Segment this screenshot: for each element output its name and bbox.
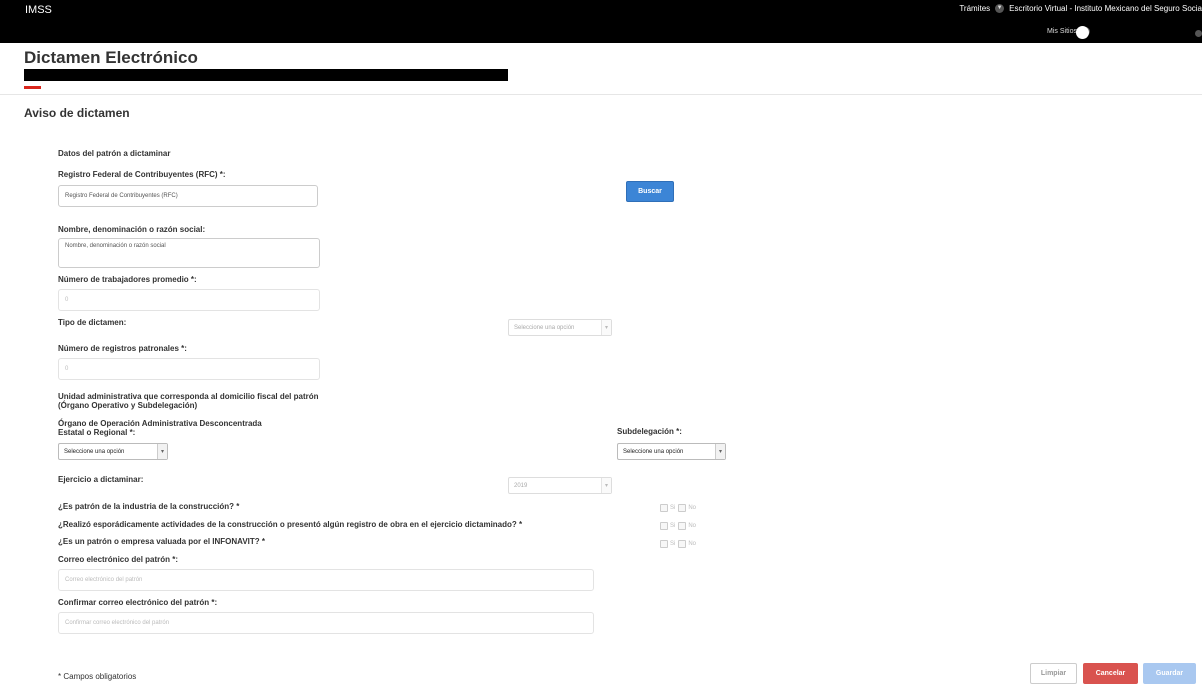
q-construccion-label: ¿Es patrón de la industria de la constru… [58,502,240,511]
subdelegacion-label: Subdelegación *: [617,427,682,436]
buscar-button[interactable]: Buscar [626,181,674,202]
page-title: Dictamen Electrónico [24,48,198,67]
top-navigation-bar: IMSS Trámites ▼ Escritorio Virtual - Ins… [0,0,1202,43]
ejercicio-select[interactable]: 2019 ▾ [508,477,612,494]
brand-label[interactable]: IMSS [25,4,52,16]
q-infonavit-no-checkbox[interactable] [678,540,687,548]
num-registros-label: Número de registros patronales *: [58,344,187,353]
chevron-down-icon: ▾ [601,320,611,335]
num-registros-input[interactable]: 0 [58,358,320,380]
limpiar-button[interactable]: Limpiar [1030,663,1077,684]
subdelegacion-value: Seleccione una opción [623,448,684,455]
q-construccion-options: Si No [660,504,699,512]
organo-line1: Órgano de Operación Administrativa Desco… [58,419,262,428]
organo-line2: Estatal o Regional *: [58,428,136,437]
organo-select[interactable]: Seleccione una opción ▾ [58,443,168,460]
q-construccion-no-checkbox[interactable] [678,504,687,512]
q-infonavit-no-label: No [688,541,697,547]
cancelar-button[interactable]: Cancelar [1083,663,1138,684]
q-esporadica-si-label: Si [670,523,676,529]
nav-tramites[interactable]: Trámites [959,4,990,13]
q-infonavit-si-label: Si [670,541,676,547]
q-esporadica-si-checkbox[interactable] [660,522,668,530]
num-trabajadores-label: Número de trabajadores promedio *: [58,275,197,284]
user-toggle[interactable] [1076,26,1089,39]
correo-input[interactable]: Correo electrónico del patrón [58,569,594,591]
menu-dot-icon[interactable] [1195,30,1202,37]
razon-social-label: Nombre, denominación o razón social: [58,225,206,234]
section-title: Aviso de dictamen [24,106,130,120]
q-construccion-no-label: No [688,505,697,511]
q-esporadica-no-label: No [688,523,697,529]
title-accent-line [24,86,41,89]
chevron-down-icon: ▾ [157,444,167,459]
organo-label: Órgano de Operación Administrativa Desco… [58,419,458,437]
q-construccion-si-checkbox[interactable] [660,504,668,512]
chevron-down-icon: ▾ [601,478,611,493]
ejercicio-label: Ejercicio a dictaminar: [58,475,144,484]
chevron-down-icon[interactable]: ▼ [995,4,1005,13]
tipo-dictamen-label: Tipo de dictamen: [58,318,127,327]
q-infonavit-options: Si No [660,540,699,548]
mis-sitios-label[interactable]: Mis Sitios [1047,28,1077,35]
tipo-dictamen-select[interactable]: Seleccione una opción ▾ [508,319,612,336]
subdelegacion-select[interactable]: Seleccione una opción ▾ [617,443,726,460]
q-esporadica-options: Si No [660,522,699,530]
guardar-button[interactable]: Guardar [1143,663,1196,684]
razon-social-textarea[interactable]: Nombre, denominación o razón social [58,238,320,268]
subsection-title: Datos del patrón a dictaminar [58,149,171,158]
confirmar-correo-input[interactable]: Confirmar correo electrónico del patrón [58,612,594,634]
nav-escritorio-virtual[interactable]: Escritorio Virtual - Instituto Mexicano … [1009,4,1202,13]
rfc-label: Registro Federal de Contribuyentes (RFC)… [58,170,226,179]
ejercicio-value: 2019 [514,482,528,489]
rfc-input[interactable]: Registro Federal de Contribuyentes (RFC) [58,185,318,207]
q-infonavit-label: ¿Es un patrón o empresa valuada por el I… [58,537,265,546]
chevron-down-icon: ▾ [715,444,725,459]
confirmar-correo-label: Confirmar correo electrónico del patrón … [58,598,218,607]
organo-value: Seleccione una opción [64,448,125,455]
q-esporadica-label: ¿Realizó esporádicamente actividades de … [58,520,523,529]
required-fields-note: * Campos obligatorios [58,672,137,681]
q-infonavit-si-checkbox[interactable] [660,540,668,548]
unidad-admin-line2: (Órgano Operativo y Subdelegación) [58,401,198,410]
correo-label: Correo electrónico del patrón *: [58,555,179,564]
unidad-admin-heading: Unidad administrativa que corresponda al… [58,392,458,410]
top-nav: Trámites ▼ Escritorio Virtual - Institut… [959,4,1202,13]
num-trabajadores-input[interactable]: 0 [58,289,320,311]
q-construccion-si-label: Si [670,505,676,511]
redacted-bar [24,69,508,81]
q-esporadica-no-checkbox[interactable] [678,522,687,530]
tipo-dictamen-value: Seleccione una opción [514,324,575,331]
unidad-admin-line1: Unidad administrativa que corresponda al… [58,392,319,401]
divider [0,94,1202,95]
